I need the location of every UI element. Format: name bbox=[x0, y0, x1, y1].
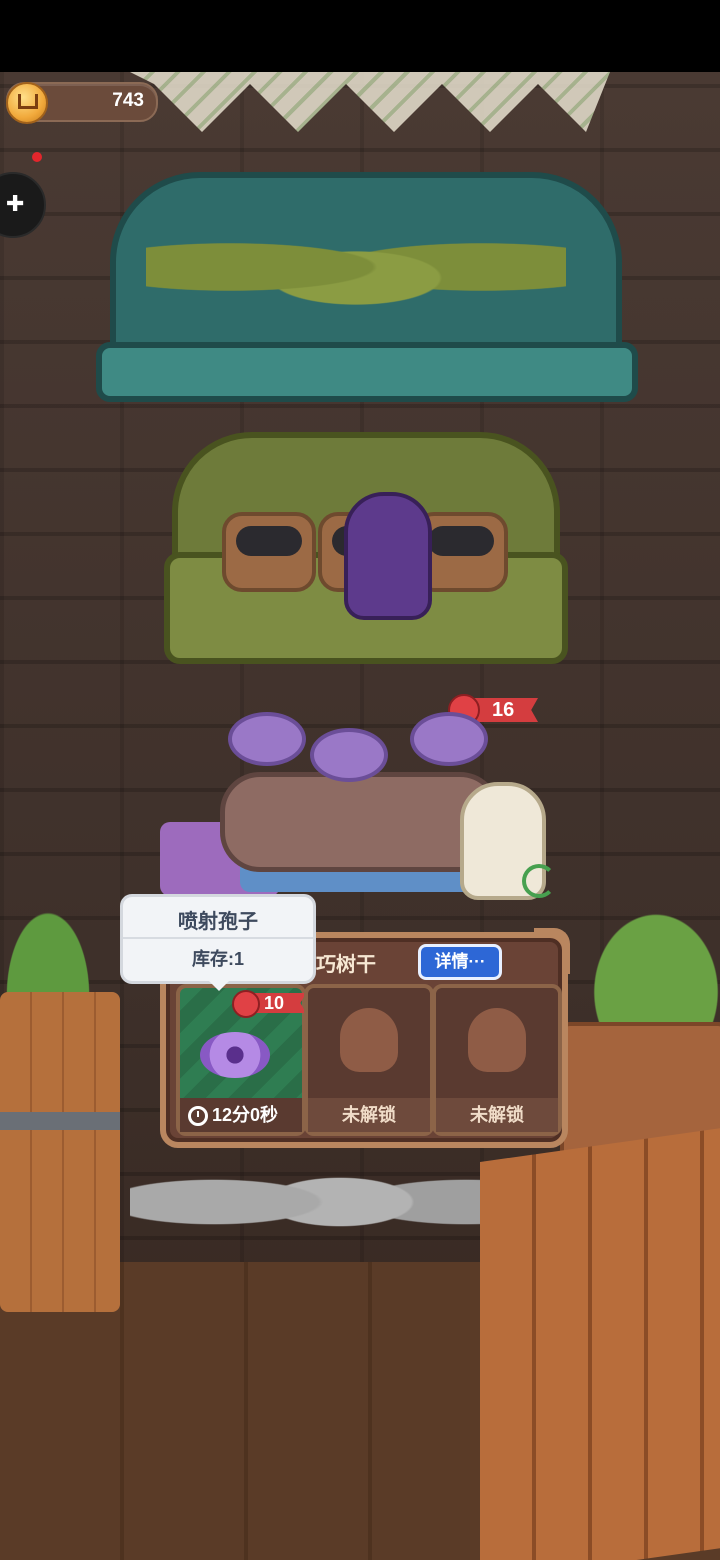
shelf-top[interactable] bbox=[96, 172, 638, 402]
locked-silhouette-icon bbox=[340, 1008, 398, 1072]
game-scene: 743 ✚ 16 巧树干 详情··· 10 12分0秒 未解锁 未解锁 喷射孢子… bbox=[0, 72, 720, 1560]
game-screen: { "currency": {"value": "743", "icon": "… bbox=[0, 0, 720, 1560]
puzzle-icon: ✚ bbox=[6, 191, 25, 216]
locked-silhouette-icon bbox=[468, 1008, 526, 1072]
currency-bar[interactable]: 743 bbox=[6, 82, 158, 124]
production-slot-2[interactable]: 未解锁 bbox=[304, 984, 434, 1136]
barrel-band bbox=[0, 1112, 120, 1130]
barrel-pot bbox=[0, 992, 120, 1312]
tooltip-divider bbox=[123, 937, 313, 939]
tree-trunk[interactable] bbox=[220, 772, 500, 872]
notification-dot bbox=[32, 152, 42, 162]
coal-basket[interactable] bbox=[222, 512, 316, 592]
slot-timer: 12分0秒 bbox=[180, 1098, 302, 1132]
spore-icon bbox=[200, 1032, 270, 1078]
timer-text: 12分0秒 bbox=[212, 1105, 279, 1125]
shelf-base bbox=[96, 342, 638, 402]
wooden-crate bbox=[480, 1128, 720, 1560]
tree-trunk-station[interactable] bbox=[160, 702, 560, 902]
panel-scroll-decor bbox=[534, 928, 570, 974]
purple-mushroom bbox=[310, 728, 388, 782]
slot-locked-label: 未解锁 bbox=[308, 1098, 430, 1132]
shelf-middle[interactable] bbox=[164, 432, 568, 664]
purple-character[interactable] bbox=[344, 492, 432, 620]
production-slot-1[interactable]: 10 12分0秒 bbox=[176, 984, 306, 1136]
cost-badge: 10 bbox=[232, 990, 306, 1018]
item-tooltip: 喷射孢子 库存:1 bbox=[120, 894, 316, 991]
refresh-icon[interactable] bbox=[522, 864, 556, 898]
status-bar bbox=[0, 0, 720, 72]
purple-mushroom bbox=[410, 712, 488, 766]
tooltip-title: 喷射孢子 bbox=[178, 911, 258, 933]
apple-icon bbox=[232, 990, 260, 1018]
slot-locked-label: 未解锁 bbox=[436, 1098, 558, 1132]
currency-value: 743 bbox=[112, 90, 144, 111]
clock-icon bbox=[188, 1106, 208, 1126]
vine-decor bbox=[146, 212, 566, 322]
panel-title: 巧树干 bbox=[316, 954, 376, 976]
cost-value: 10 bbox=[264, 993, 285, 1013]
coin-house-icon bbox=[6, 82, 48, 124]
tooltip-stock: 库存:1 bbox=[191, 949, 244, 969]
details-button[interactable]: 详情··· bbox=[418, 944, 502, 980]
purple-mushroom bbox=[228, 712, 306, 766]
production-slot-3[interactable]: 未解锁 bbox=[432, 984, 562, 1136]
